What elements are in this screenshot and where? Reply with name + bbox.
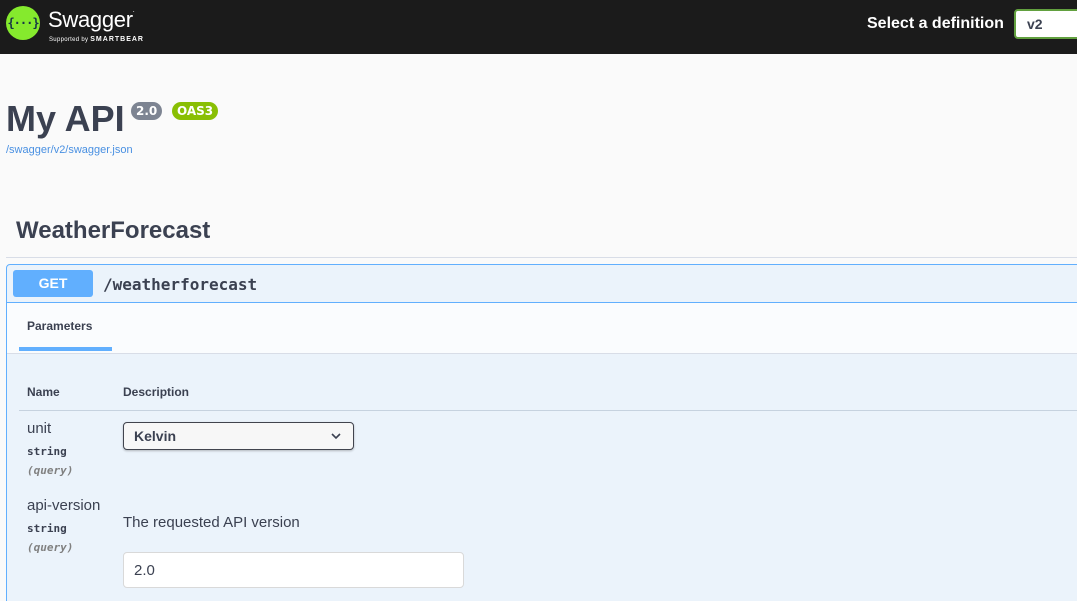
- trademark-mark: .: [132, 7, 135, 14]
- columns-divider: [19, 410, 1077, 411]
- logo-glyph: {···}: [7, 16, 39, 30]
- operation-block: GET /weatherforecast Parameters Name Des…: [6, 264, 1077, 601]
- column-header-name: Name: [27, 385, 60, 399]
- param-type-unit: string: [27, 445, 67, 458]
- chevron-down-icon: [331, 433, 341, 440]
- brand-sub-prefix: Supported by: [49, 37, 89, 43]
- api-title: My API: [6, 98, 125, 139]
- definition-select[interactable]: v2: [1014, 9, 1077, 39]
- tabs-header: Parameters: [7, 303, 1077, 354]
- param-in-api-version: (query): [27, 541, 74, 554]
- param-type-api-version: string: [27, 522, 67, 535]
- param-in-unit: (query): [27, 464, 74, 477]
- tab-parameters[interactable]: Parameters: [27, 319, 92, 333]
- brand-text: Swagger: [48, 7, 133, 32]
- param-description-api-version: The requested API version: [123, 514, 300, 531]
- tab-active-indicator: [19, 347, 112, 351]
- param-name-api-version: api-version: [27, 497, 101, 514]
- version-badge: 2.0: [131, 102, 163, 120]
- brand-subtitle: Supported by SMARTBEAR: [49, 36, 144, 43]
- column-header-description: Description: [123, 385, 190, 399]
- unit-select[interactable]: Kelvin: [123, 422, 354, 450]
- spec-url-link[interactable]: /swagger/v2/swagger.json: [6, 144, 133, 156]
- topbar: {···} Swagger. Supported by SMARTBEAR Se…: [0, 0, 1077, 54]
- api-version-input[interactable]: 2.0: [123, 552, 464, 588]
- method-badge[interactable]: GET: [13, 270, 93, 297]
- operation-summary[interactable]: GET /weatherforecast: [7, 265, 1077, 303]
- brand-sub-name: SMARTBEAR: [90, 36, 144, 43]
- oas-badge: OAS3: [172, 102, 219, 120]
- param-name-unit: unit: [27, 420, 52, 437]
- brand-name[interactable]: Swagger.: [48, 7, 135, 33]
- unit-select-value: Kelvin: [134, 428, 177, 444]
- operation-path[interactable]: /weatherforecast: [103, 275, 257, 294]
- tag-title[interactable]: WeatherForecast: [16, 217, 210, 245]
- tag-divider: [6, 257, 1077, 258]
- swagger-logo-icon[interactable]: {···}: [6, 6, 40, 40]
- definition-label: Select a definition: [867, 15, 1004, 32]
